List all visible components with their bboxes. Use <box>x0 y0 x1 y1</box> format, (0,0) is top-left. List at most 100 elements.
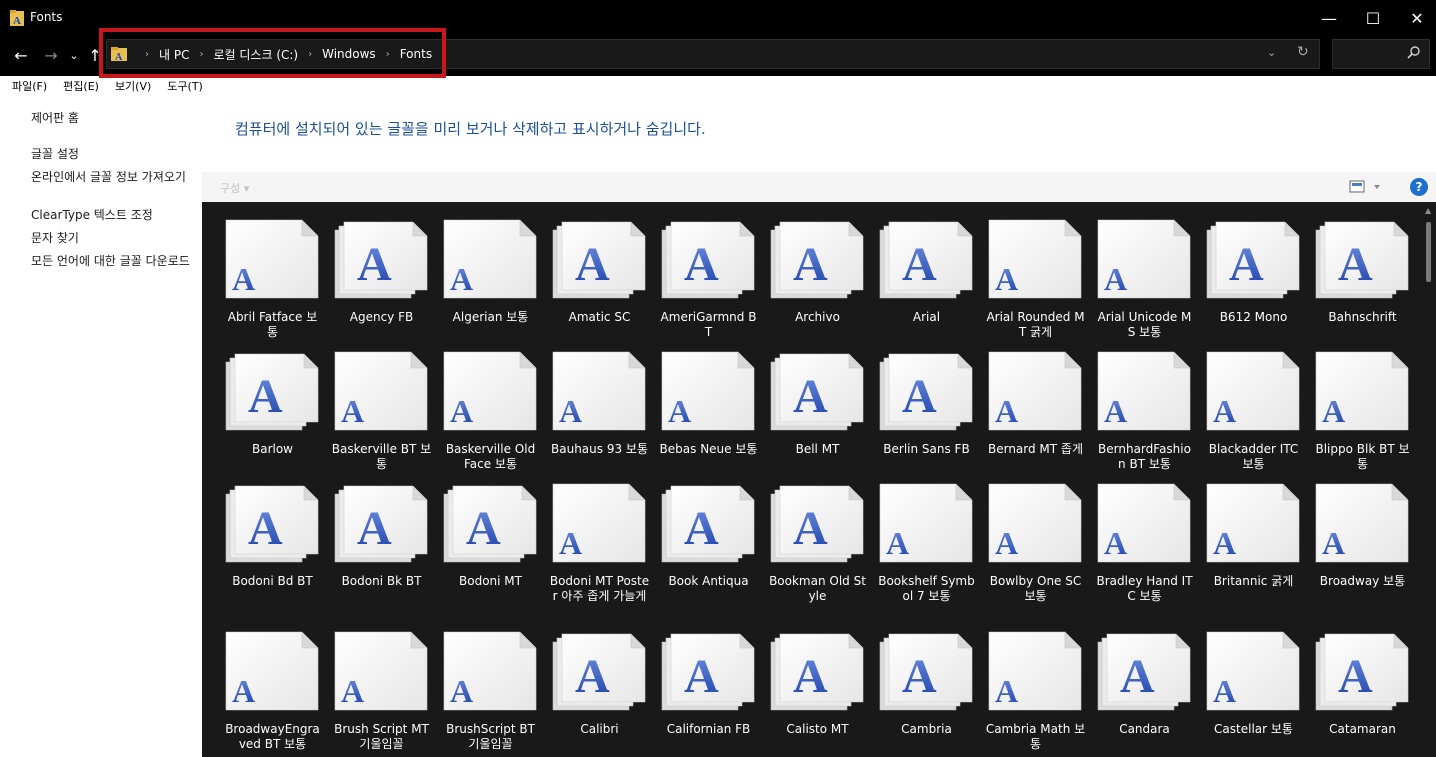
font-item[interactable]: A BernhardFashion BT 보통 <box>1090 348 1199 480</box>
font-name-label: Castellar 보통 <box>1214 722 1293 736</box>
font-file-icon: A <box>988 219 1081 299</box>
refresh-icon[interactable]: ↻ <box>1297 44 1309 60</box>
font-file-icon: A <box>1206 483 1299 563</box>
menu-view[interactable]: 보기(V) <box>103 78 151 94</box>
font-family-icon: A <box>1315 221 1408 299</box>
font-item[interactable]: A Blackadder ITC 보통 <box>1199 348 1308 480</box>
font-item[interactable]: A Amatic SC <box>545 216 654 348</box>
font-list-view: A Abril Fatface 보통 A Agency FB A Algerian 보통 A… <box>202 202 1436 757</box>
scrollbar-thumb[interactable] <box>1426 222 1431 282</box>
font-item[interactable]: A Bodoni MT Poster 아주 좁게 가늘게 <box>545 480 654 628</box>
font-family-icon: A <box>770 485 863 563</box>
font-item[interactable]: A Britannic 굵게 <box>1199 480 1308 628</box>
font-item[interactable]: A Bodoni Bd BT <box>218 480 327 628</box>
back-button[interactable]: ← <box>10 44 32 66</box>
font-item[interactable]: A Berlin Sans FB <box>872 348 981 480</box>
font-item[interactable]: A Bauhaus 93 보통 <box>545 348 654 480</box>
link-download-fonts-all-languages[interactable]: 모든 언어에 대한 글꼴 다운로드 <box>31 255 197 268</box>
organize-button[interactable]: 구성 ▾ <box>220 180 249 196</box>
svg-text:A: A <box>995 525 1018 561</box>
font-file-icon: A <box>1097 483 1190 563</box>
font-name-label: Arial <box>912 310 941 324</box>
font-name-label: Britannic 굵게 <box>1213 574 1294 588</box>
font-item[interactable]: A Cambria <box>872 628 981 757</box>
menu-edit[interactable]: 편집(E) <box>51 78 99 94</box>
font-family-icon: A <box>661 485 754 563</box>
search-input[interactable] <box>1332 39 1430 69</box>
font-item[interactable]: A Bookshelf Symbol 7 보통 <box>872 480 981 628</box>
font-item[interactable]: A Bradley Hand ITC 보통 <box>1090 480 1199 628</box>
font-item[interactable]: A Bebas Neue 보통 <box>654 348 763 480</box>
link-font-settings[interactable]: 글꼴 설정 <box>31 148 197 161</box>
font-item[interactable]: A B612 Mono <box>1199 216 1308 348</box>
font-family-icon: A <box>879 221 972 299</box>
font-name-label: Calisto MT <box>786 722 849 736</box>
font-item[interactable]: A Algerian 보통 <box>436 216 545 348</box>
svg-text:A: A <box>1213 673 1236 709</box>
font-item[interactable]: A Bell MT <box>763 348 872 480</box>
font-name-label: AmeriGarmnd BT <box>660 310 757 339</box>
vertical-scrollbar[interactable]: ▲ <box>1423 202 1436 757</box>
font-item[interactable]: A Baskerville Old Face 보통 <box>436 348 545 480</box>
font-family-icon: A <box>770 353 863 431</box>
font-file-icon: A <box>334 351 427 431</box>
font-name-label: Algerian 보통 <box>452 310 529 324</box>
link-cleartype-tuner[interactable]: ClearType 텍스트 조정 <box>31 209 197 222</box>
font-item[interactable]: A Archivo <box>763 216 872 348</box>
font-name-label: Bernard MT 좁게 <box>987 442 1084 456</box>
link-find-character[interactable]: 문자 찾기 <box>31 232 197 245</box>
font-item[interactable]: A Calisto MT <box>763 628 872 757</box>
font-item[interactable]: A Agency FB <box>327 216 436 348</box>
link-get-font-info-online[interactable]: 온라인에서 글꼴 정보 가져오기 <box>31 171 197 184</box>
font-item[interactable]: A Baskerville BT 보통 <box>327 348 436 480</box>
font-item[interactable]: A Candara <box>1090 628 1199 757</box>
menu-bar: 파일(F) 편집(E) 보기(V) 도구(T) <box>0 76 1436 96</box>
font-file-icon: A <box>443 351 536 431</box>
font-item[interactable]: A Bookman Old Style <box>763 480 872 628</box>
font-item[interactable]: A BrushScript BT 기울임꼴 <box>436 628 545 757</box>
svg-text:A: A <box>1322 393 1345 429</box>
font-item[interactable]: A Bodoni Bk BT <box>327 480 436 628</box>
minimize-button[interactable]: — <box>1306 0 1352 36</box>
font-item[interactable]: A Brush Script MT 기울임꼴 <box>327 628 436 757</box>
font-file-icon: A <box>988 483 1081 563</box>
font-item[interactable]: A Arial <box>872 216 981 348</box>
menu-file[interactable]: 파일(F) <box>0 78 47 94</box>
svg-text:A: A <box>248 502 283 555</box>
recent-locations-button[interactable]: ⌄ <box>66 44 82 66</box>
forward-button[interactable]: → <box>40 44 62 66</box>
font-item[interactable]: A Californian FB <box>654 628 763 757</box>
link-control-panel-home[interactable]: 제어판 홈 <box>31 112 197 125</box>
font-item[interactable]: A Barlow <box>218 348 327 480</box>
font-item[interactable]: A Calibri <box>545 628 654 757</box>
menu-tools[interactable]: 도구(T) <box>155 78 203 94</box>
font-file-icon: A <box>1206 631 1299 711</box>
font-name-label: Broadway 보통 <box>1319 574 1406 588</box>
font-item[interactable]: A Broadway 보통 <box>1308 480 1417 628</box>
font-name-label: Bodoni Bd BT <box>232 574 313 588</box>
font-name-label: Baskerville Old Face 보통 <box>445 442 536 471</box>
change-view-icon[interactable] <box>1348 179 1384 195</box>
font-item[interactable]: A Blippo Blk BT 보통 <box>1308 348 1417 480</box>
font-item[interactable]: A Cambria Math 보통 <box>981 628 1090 757</box>
font-item[interactable]: A BroadwayEngraved BT 보통 <box>218 628 327 757</box>
close-button[interactable]: ✕ <box>1394 0 1436 36</box>
maximize-button[interactable]: ☐ <box>1350 0 1396 36</box>
font-item[interactable]: A Bahnschrift <box>1308 216 1417 348</box>
font-item[interactable]: A Arial Rounded MT 굵게 <box>981 216 1090 348</box>
font-item[interactable]: A Abril Fatface 보통 <box>218 216 327 348</box>
scroll-up-icon[interactable]: ▲ <box>1425 206 1431 215</box>
font-item[interactable]: A Book Antiqua <box>654 480 763 628</box>
svg-text:A: A <box>1338 650 1373 703</box>
font-item[interactable]: A Arial Unicode MS 보통 <box>1090 216 1199 348</box>
help-icon[interactable]: ? <box>1410 178 1428 196</box>
font-item[interactable]: A Castellar 보통 <box>1199 628 1308 757</box>
font-item[interactable]: A Catamaran <box>1308 628 1417 757</box>
font-family-icon: A <box>552 633 645 711</box>
font-item[interactable]: A Bodoni MT <box>436 480 545 628</box>
font-item[interactable]: A Bowlby One SC 보통 <box>981 480 1090 628</box>
font-item[interactable]: A AmeriGarmnd BT <box>654 216 763 348</box>
font-item[interactable]: A Bernard MT 좁게 <box>981 348 1090 480</box>
address-history-dropdown-icon[interactable]: ⌄ <box>1267 46 1276 59</box>
font-name-label: Bebas Neue 보통 <box>659 442 758 456</box>
